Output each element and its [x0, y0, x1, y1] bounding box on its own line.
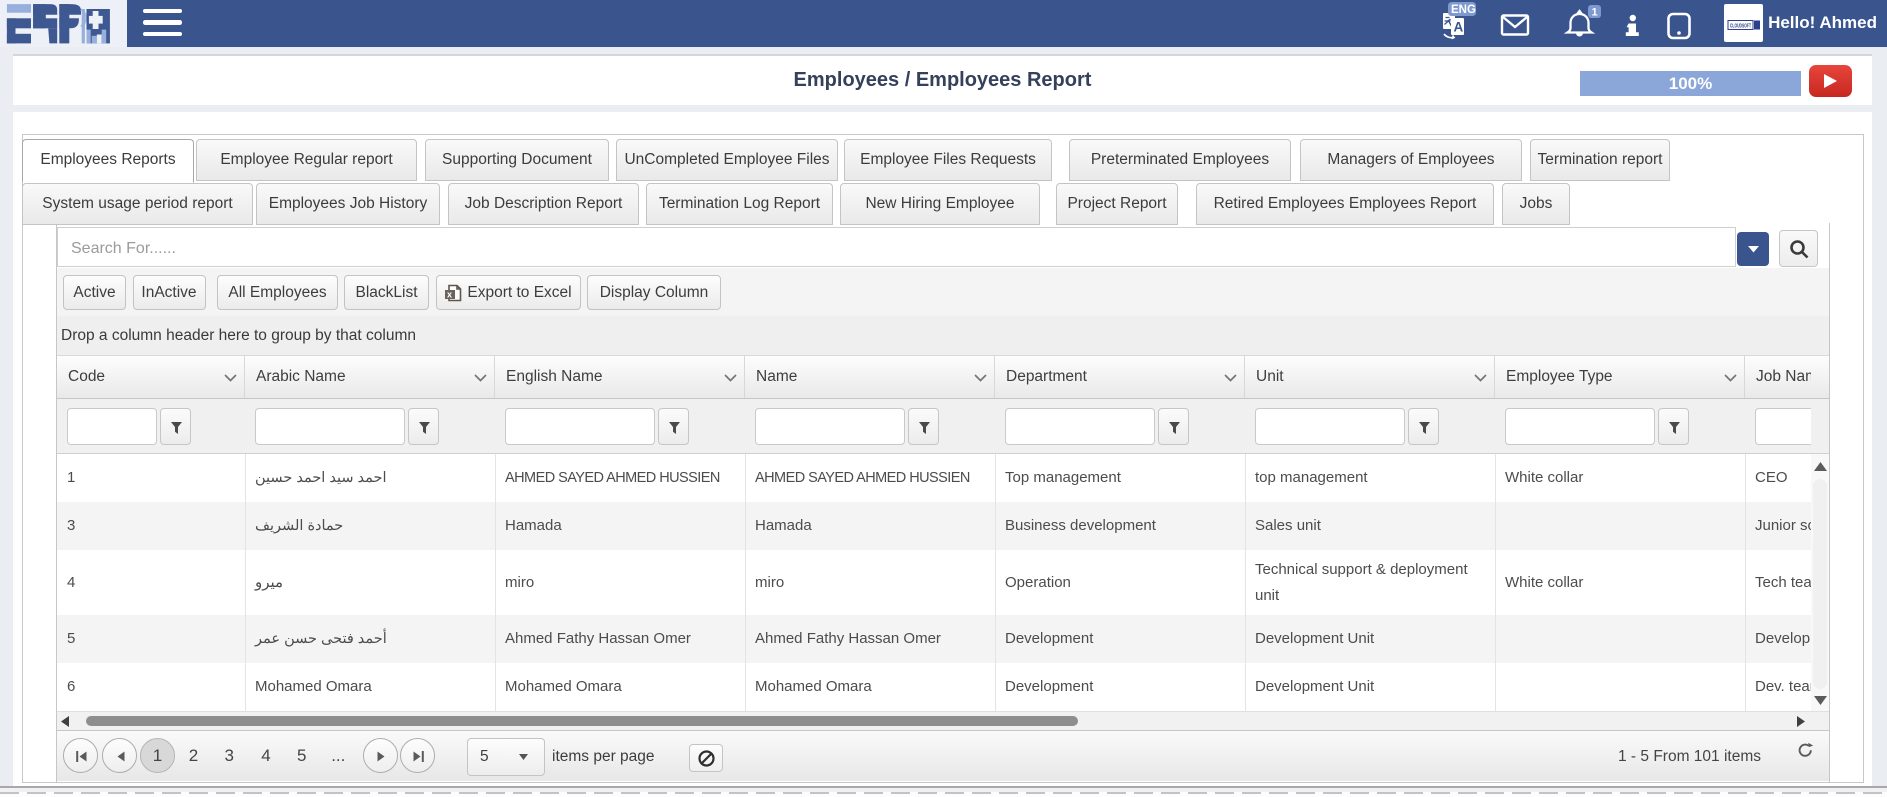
- svg-text:x: x: [447, 290, 452, 300]
- svg-text:A: A: [1454, 20, 1464, 35]
- svg-text:ENG: ENG: [1451, 4, 1476, 16]
- svg-text:1: 1: [1592, 7, 1598, 19]
- svg-text:CLOUDSOFT: CLOUDSOFT: [1730, 23, 1751, 29]
